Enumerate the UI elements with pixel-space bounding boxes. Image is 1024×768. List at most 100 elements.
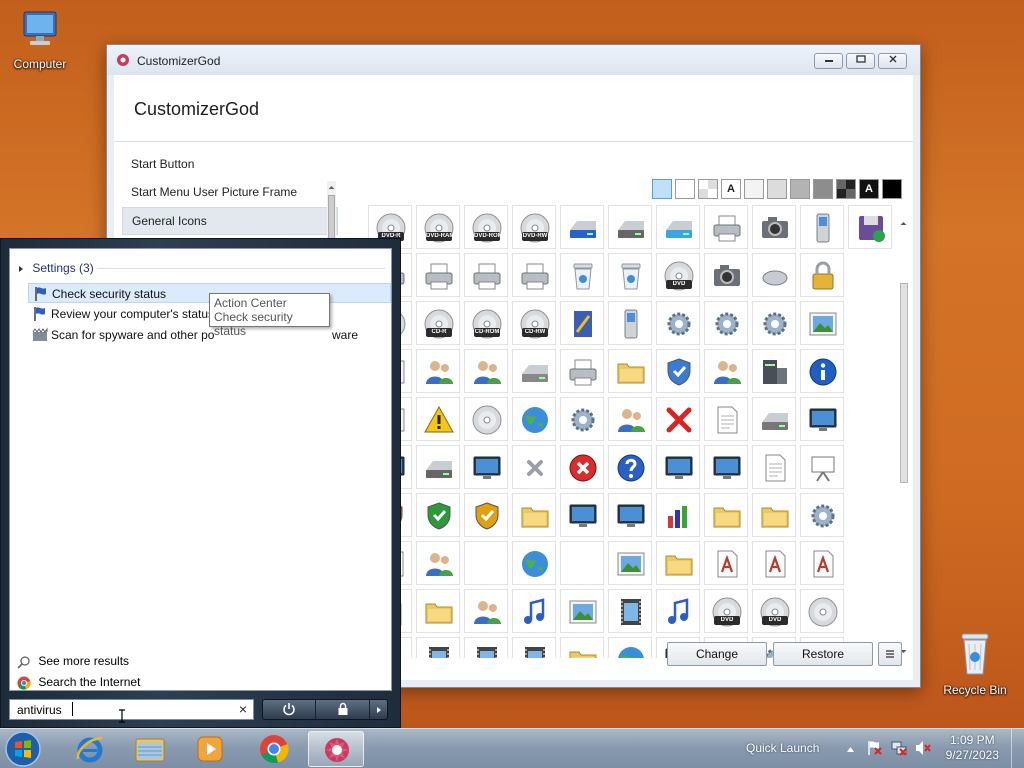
title-bar[interactable]: CustomizerGod [107,45,920,75]
swatch-dark-checker[interactable] [836,179,856,199]
taskbar-chrome[interactable] [246,731,302,767]
gear-icon-cell[interactable] [800,493,844,537]
start-search-box[interactable]: antivirus × [9,699,254,720]
sidebar-item-start-menu-user-picture-frame[interactable]: Start Menu User Picture Frame [122,179,338,205]
screen-icon-cell[interactable] [560,493,604,537]
drive-icon-cell[interactable] [512,349,556,393]
globe-icon-cell[interactable] [512,397,556,441]
swatch-darkgray[interactable] [813,179,833,199]
disc-icon-cell[interactable]: DVD-RAM [416,205,460,249]
gear-icon-cell[interactable] [752,301,796,345]
drive-icon-cell[interactable] [752,397,796,441]
bin-icon-cell[interactable] [560,253,604,297]
quick-launch-label[interactable]: Quick Launch [746,741,819,755]
board-icon-cell[interactable] [800,445,844,489]
lock-icon-cell[interactable] [800,253,844,297]
disc-icon-cell[interactable]: CD-ROM [464,301,508,345]
folder-icon-cell[interactable] [416,589,460,633]
gear-icon-cell[interactable] [656,301,700,345]
folder-icon-cell[interactable] [704,493,748,537]
computer-desktop-icon[interactable]: Computer [0,10,80,71]
icon-grid-scrollbar[interactable] [899,217,908,659]
graycross-icon-cell[interactable] [512,445,556,489]
printer-icon-cell[interactable] [464,253,508,297]
letter-icon-cell[interactable] [704,541,748,585]
minimize-button[interactable] [814,53,843,69]
disc-icon-cell[interactable]: DVD-RW [512,205,556,249]
swatch-black[interactable] [882,179,902,199]
shield-icon-cell[interactable] [416,493,460,537]
folder-icon-cell[interactable] [608,349,652,393]
music-icon-cell[interactable] [656,589,700,633]
volume-icon[interactable] [915,740,931,756]
result-scan-for-spyware[interactable]: Scan for spyware and other po ware [28,325,391,345]
camera-icon-cell[interactable] [752,205,796,249]
results-group-settings[interactable]: Settings (3) [17,261,385,275]
screen-icon-cell[interactable] [800,397,844,441]
server-icon-cell[interactable] [752,349,796,393]
users-icon-cell[interactable] [416,349,460,393]
taskbar-file-explorer[interactable] [122,731,178,767]
help-icon-cell[interactable] [608,445,652,489]
swatch-white[interactable] [675,179,695,199]
empty-icon-cell[interactable] [464,541,508,585]
screen-icon-cell[interactable] [464,445,508,489]
change-button[interactable]: Change [667,642,767,666]
chart-icon-cell[interactable] [656,493,700,537]
swatch-gray[interactable] [790,179,810,199]
globe-icon-cell[interactable] [608,637,652,658]
bin-icon-cell[interactable] [608,253,652,297]
show-desktop-button[interactable] [1011,729,1024,768]
shield-icon-cell[interactable] [656,349,700,393]
taskbar-customizergod[interactable] [308,731,364,767]
doc-icon-cell[interactable] [704,397,748,441]
letter-icon-cell[interactable] [800,541,844,585]
swatch-light[interactable] [744,179,764,199]
swatch-text-light[interactable]: A [859,179,879,199]
disc-icon-cell[interactable]: DVD [656,253,700,297]
search-input[interactable]: antivirus [17,703,62,717]
gear-icon-cell[interactable] [560,397,604,441]
start-button[interactable] [4,730,46,768]
lock-button[interactable] [315,700,370,719]
drive-icon-cell[interactable] [608,205,652,249]
action-center-flag-icon[interactable] [866,740,882,756]
disc-icon-cell[interactable]: DVD [752,589,796,633]
disc-icon-cell[interactable]: DVD-ROM [464,205,508,249]
restore-button[interactable]: Restore [773,642,873,666]
gear-icon-cell[interactable] [704,301,748,345]
globe-icon-cell[interactable] [512,541,556,585]
screen-icon-cell[interactable] [656,445,700,489]
letter-icon-cell[interactable] [752,541,796,585]
screen-icon-cell[interactable] [704,445,748,489]
shutdown-options-button[interactable] [369,700,388,719]
disc-icon-cell[interactable]: CD-RW [512,301,556,345]
swatch-lightgray[interactable] [767,179,787,199]
users-icon-cell[interactable] [464,349,508,393]
printer-icon-cell[interactable] [416,253,460,297]
network-icon[interactable] [891,740,907,756]
film-icon-cell[interactable] [512,637,556,658]
clear-search-button[interactable]: × [239,701,247,717]
users-icon-cell[interactable] [608,397,652,441]
sidebar-item-start-button[interactable]: Start Button [122,151,338,177]
disc-icon-cell[interactable] [800,589,844,633]
taskbar-internet-explorer[interactable] [62,731,118,767]
swatch-text-dark[interactable]: A [721,179,741,199]
taskbar-clock[interactable]: 1:09 PM 9/27/2023 [946,733,999,763]
phone-icon-cell[interactable] [608,301,652,345]
folder-icon-cell[interactable] [512,493,556,537]
recycle-bin-desktop-icon[interactable]: Recycle Bin [935,630,1015,697]
swatch-light-blue[interactable] [652,179,672,199]
book-icon-cell[interactable] [560,301,604,345]
folder-icon-cell[interactable] [752,493,796,537]
empty-icon-cell[interactable] [560,541,604,585]
film-icon-cell[interactable] [416,637,460,658]
printer-icon-cell[interactable] [704,205,748,249]
search-internet-link[interactable]: Search the Internet [17,675,140,691]
see-more-results-link[interactable]: See more results [17,654,129,670]
show-hidden-icons-arrow-icon[interactable] [846,745,855,753]
doc-icon-cell[interactable] [752,445,796,489]
users-icon-cell[interactable] [464,589,508,633]
folder-icon-cell[interactable] [656,541,700,585]
